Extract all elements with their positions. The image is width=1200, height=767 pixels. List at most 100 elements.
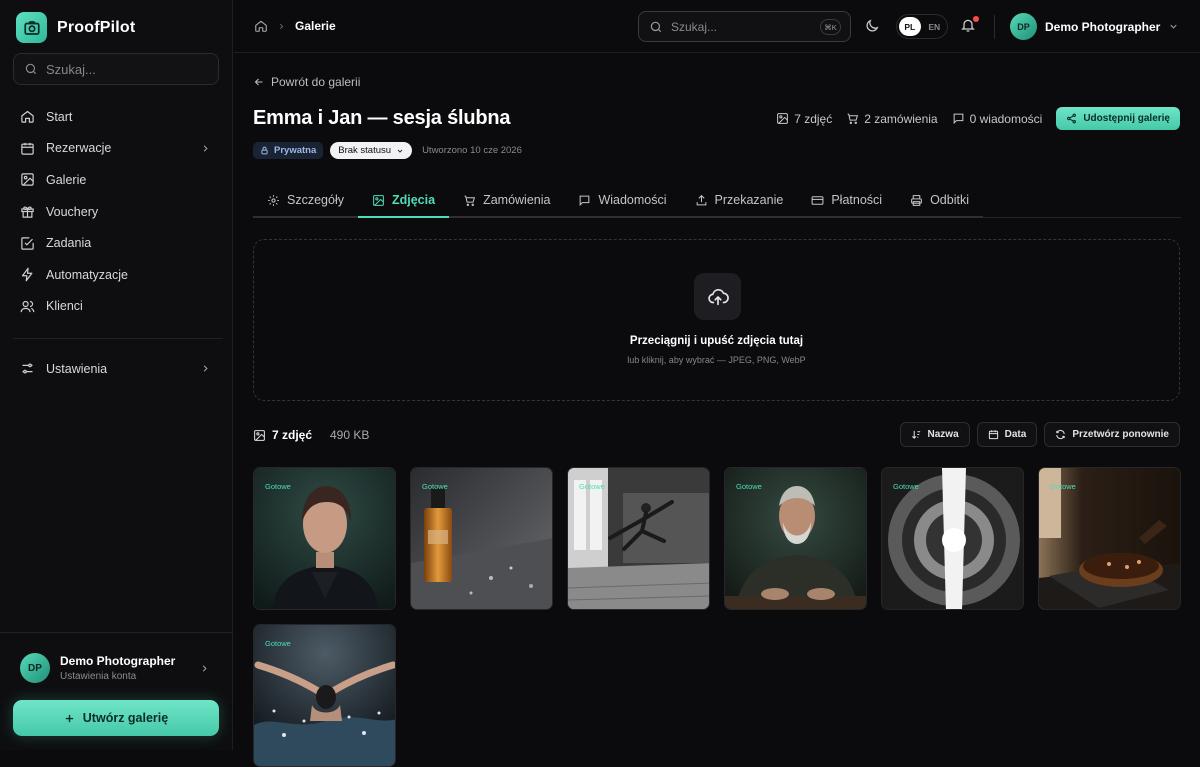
dropzone-title: Przeciągnij i upuść zdjęcia tutaj	[629, 335, 804, 347]
status-value: Brak statusu	[338, 145, 392, 156]
tab-odbitki[interactable]: Odbitki	[896, 184, 983, 218]
sidebar-item-label: Start	[46, 109, 73, 124]
checkbox-icon	[20, 236, 35, 251]
language-en[interactable]: EN	[924, 17, 946, 36]
photo-status: Gotowe	[265, 482, 291, 491]
account-card[interactable]: DP Demo Photographer Ustawienia konta	[20, 653, 215, 683]
tab-szczegoly[interactable]: Szczegóły	[253, 184, 358, 218]
sidebar-item-label: Klienci	[46, 299, 83, 314]
tab-przekazanie[interactable]: Przekazanie	[680, 184, 798, 218]
image-icon	[372, 194, 385, 207]
calendar-icon	[20, 141, 35, 156]
sidebar-item-label: Zadania	[46, 236, 92, 251]
printer-icon	[910, 194, 923, 207]
tab-label: Płatności	[831, 193, 883, 207]
tab-label: Przekazanie	[714, 193, 784, 207]
sidebar-item-vouchery[interactable]: Vouchery	[13, 196, 219, 228]
notification-dot	[973, 16, 979, 22]
image-icon	[20, 172, 35, 187]
photo-status: Gotowe	[893, 482, 919, 491]
app-logo[interactable]: ProofPilot	[16, 12, 135, 43]
sidebar-item-klienci[interactable]: Klienci	[13, 291, 219, 323]
page-title: Emma i Jan — sesja ślubna	[253, 107, 511, 129]
created-date: Utworzono 10 cze 2026	[422, 145, 522, 156]
sidebar-search-input[interactable]	[46, 61, 196, 77]
back-label: Powrót do galerii	[271, 75, 361, 89]
back-link[interactable]: Powrót do galerii	[253, 75, 360, 89]
photos-stat-label: 7 zdjęć	[794, 111, 833, 126]
moon-icon[interactable]	[864, 18, 880, 34]
app-name: ProofPilot	[57, 18, 136, 36]
tab-zdjecia[interactable]: Zdjęcia	[357, 184, 450, 218]
sidebar-item-label: Ustawienia	[46, 361, 108, 376]
photo-count: 7 zdjęć	[253, 428, 312, 442]
sidebar-divider	[13, 338, 223, 339]
sidebar-item-rezerwacje[interactable]: Rezerwacje	[13, 133, 219, 165]
user-name: Demo Photographer	[1045, 19, 1161, 34]
photos-stat: 7 zdjęć	[776, 112, 832, 126]
sidebar-search[interactable]	[13, 53, 219, 85]
photo-thumbnail[interactable]: Gotowe	[567, 467, 710, 610]
sidebar-item-zadania[interactable]: Zadania	[13, 227, 219, 259]
messages-stat: 0 wiadomości	[952, 112, 1042, 126]
global-search-input[interactable]	[671, 19, 801, 34]
dropzone-subtitle: lub kliknij, aby wybrać — JPEG, PNG, Web…	[627, 355, 806, 365]
chevron-right-icon	[200, 363, 211, 374]
photo-thumbnail[interactable]: Gotowe	[253, 624, 396, 767]
language-pl[interactable]: PL	[899, 17, 921, 36]
create-gallery-label: Utwórz galerię	[82, 711, 169, 725]
sidebar-item-label: Automatyzacje	[46, 267, 128, 282]
gallery-tabs: Szczegóły Zdjęcia Zamówienia Wiadomości …	[253, 184, 1181, 218]
user-menu[interactable]: DP Demo Photographer	[1010, 13, 1179, 40]
tab-label: Odbitki	[930, 193, 969, 207]
photo-thumbnail[interactable]: Gotowe	[253, 467, 396, 610]
upload-dropzone[interactable]: Przeciągnij i upuść zdjęcia tutaj lub kl…	[253, 239, 1180, 401]
upload-icon	[695, 194, 708, 207]
sidebar-item-galerie[interactable]: Galerie	[13, 164, 219, 196]
photo-thumbnail[interactable]: Gotowe	[1038, 467, 1181, 610]
image-icon	[253, 429, 266, 442]
sidebar-item-label: Vouchery	[46, 204, 99, 219]
sliders-icon	[20, 361, 35, 376]
photo-status: Gotowe	[265, 639, 291, 648]
photo-thumbnail[interactable]: Gotowe	[881, 467, 1024, 610]
photo-thumbnail[interactable]: Gotowe	[410, 467, 553, 610]
tab-wiadomosci[interactable]: Wiadomości	[564, 184, 681, 218]
search-icon	[24, 62, 38, 76]
reprocess-button[interactable]: Przetwórz ponownie	[1044, 422, 1180, 447]
sort-name-label: Nazwa	[927, 429, 959, 440]
sidebar-item-label: Galerie	[46, 172, 87, 187]
orders-stat-label: 2 zamówienia	[864, 111, 938, 126]
shortcut-hint: ⌘K	[820, 19, 841, 35]
sidebar-item-automatyzacje[interactable]: Automatyzacje	[13, 259, 219, 291]
tab-zamowienia[interactable]: Zamówienia	[449, 184, 565, 218]
users-icon	[20, 299, 35, 314]
tab-label: Zamówienia	[483, 193, 551, 207]
photo-status: Gotowe	[422, 482, 448, 491]
tab-platnosci[interactable]: Płatności	[797, 184, 897, 218]
tab-label: Szczegóły	[287, 193, 344, 207]
sidebar-item-ustawienia[interactable]: Ustawienia	[13, 353, 219, 385]
photo-thumbnail[interactable]: Gotowe	[724, 467, 867, 610]
gallery-stats: 7 zdjęć 2 zamówienia 0 wiadomości Udostę…	[776, 107, 1180, 130]
photo-count-label: 7 zdjęć	[272, 428, 313, 442]
gift-icon	[20, 204, 35, 219]
cart-icon	[463, 194, 476, 207]
create-gallery-button[interactable]: Utwórz galerię	[13, 700, 219, 736]
avatar: DP	[20, 653, 50, 683]
calendar-icon	[988, 429, 999, 440]
privacy-badge[interactable]: Prywatna	[253, 142, 324, 159]
sidebar-item-start[interactable]: Start	[13, 101, 219, 133]
reprocess-label: Przetwórz ponownie	[1072, 429, 1169, 440]
global-search[interactable]: ⌘K	[638, 11, 851, 42]
chevron-right-icon	[277, 22, 286, 31]
photo-status: Gotowe	[1050, 482, 1076, 491]
home-icon[interactable]	[254, 19, 268, 33]
sort-name-button[interactable]: Nazwa	[899, 422, 970, 447]
photo-status: Gotowe	[736, 482, 762, 491]
account-settings-label: Ustawienia konta	[60, 671, 137, 682]
breadcrumb-current[interactable]: Galerie	[295, 19, 336, 33]
status-select[interactable]: Brak statusu	[330, 142, 413, 159]
share-gallery-button[interactable]: Udostępnij galerię	[1056, 107, 1180, 130]
sort-date-button[interactable]: Data	[976, 422, 1038, 447]
